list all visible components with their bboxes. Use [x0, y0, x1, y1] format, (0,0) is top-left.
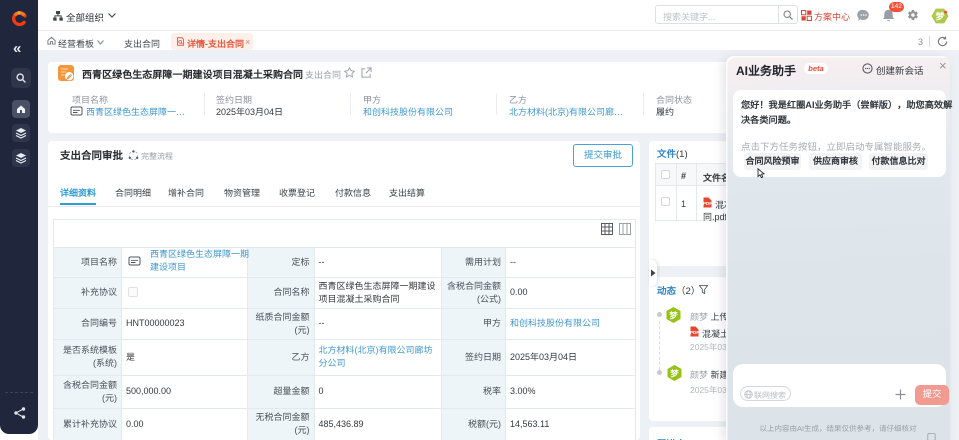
- svg-text:梦: 梦: [934, 12, 945, 22]
- svg-text:梦: 梦: [669, 368, 679, 378]
- svg-text:PDF: PDF: [703, 201, 712, 206]
- svg-text:PDF: PDF: [690, 330, 699, 335]
- svg-text:梦: 梦: [668, 310, 678, 320]
